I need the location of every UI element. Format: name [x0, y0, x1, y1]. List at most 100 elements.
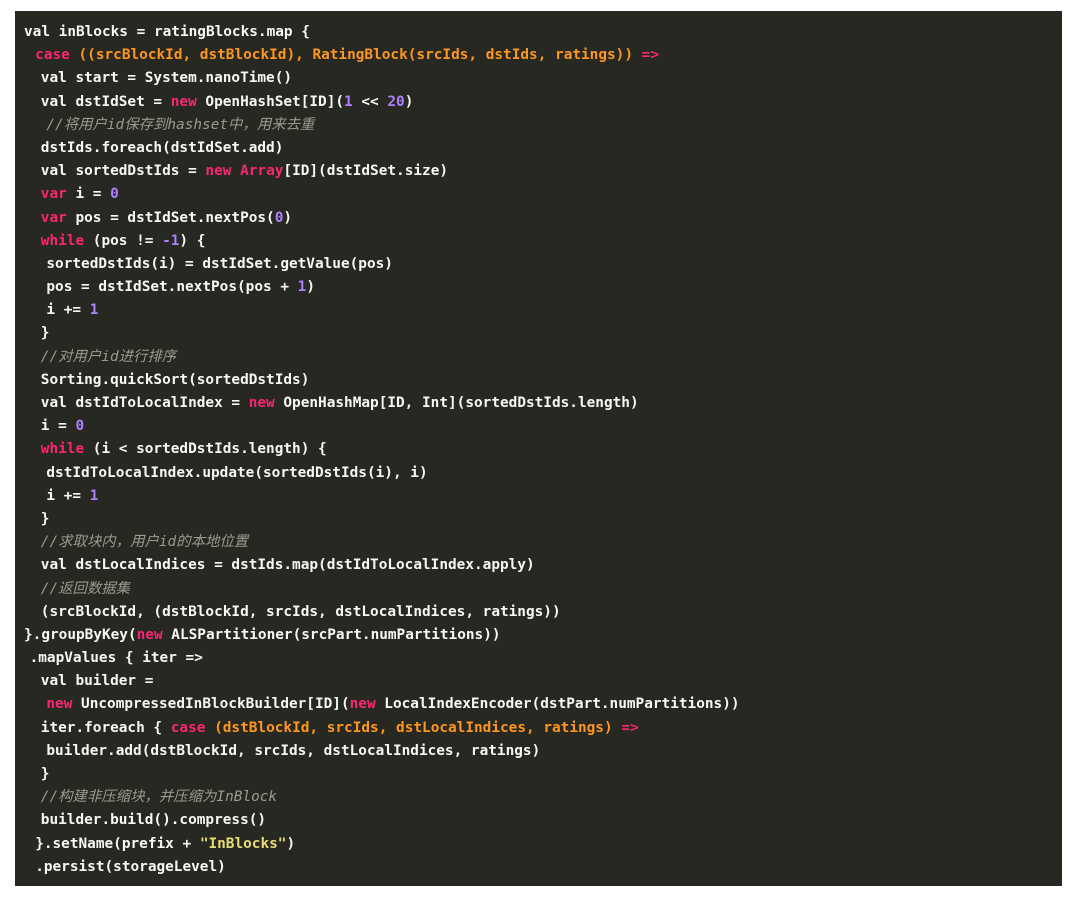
code-line: val sortedDstIds = new Array[ID](dstIdSe… — [15, 160, 1062, 183]
code-token-plain: val sortedDstIds = — [40, 163, 206, 180]
code-line: val dstLocalIndices = dstIds.map(dstIdTo… — [15, 554, 1062, 577]
code-token-plain: val start = System.nanoTime() — [40, 70, 293, 87]
code-token-plain: << — [352, 93, 388, 110]
code-token-plain: Sorting.quickSort(sortedDstIds) — [40, 371, 310, 388]
code-token-cmt: //构建非压缩块，并压缩为InBlock — [40, 789, 278, 806]
code-line: sortedDstIds(i) = dstIdSet.getValue(pos) — [15, 253, 1062, 276]
code-token-kw: => — [641, 47, 659, 64]
code-token-num: -1 — [162, 232, 180, 249]
code-line: } — [15, 322, 1062, 345]
code-token-kw: new — [248, 395, 284, 411]
code-line: dstIdToLocalIndex.update(sortedDstIds(i)… — [15, 462, 1062, 485]
code-line: while (pos != -1) { — [15, 230, 1062, 253]
code-line: var pos = dstIdSet.nextPos(0) — [15, 207, 1062, 230]
code-token-kw: var — [40, 186, 76, 203]
code-token-num: 0 — [110, 186, 119, 203]
code-line: } — [15, 763, 1062, 786]
code-token-arg: (dstBlockId, srcIds, dstLocalIndices, ra… — [214, 719, 622, 736]
code-token-plain: OpenHashMap[ID, Int](sortedDstIds.length… — [283, 395, 639, 411]
code-token-plain: } — [40, 325, 50, 342]
code-token-plain: (srcBlockId, (dstBlockId, srcIds, dstLoc… — [40, 603, 561, 620]
code-token-plain: iter.foreach { — [40, 719, 171, 736]
code-token-str: "InBlocks" — [199, 835, 287, 852]
code-line: (srcBlockId, (dstBlockId, srcIds, dstLoc… — [15, 601, 1062, 624]
code-token-plain: pos = dstIdSet.nextPos( — [75, 209, 275, 226]
code-line: new UncompressedInBlockBuilder[ID](new L… — [15, 693, 1062, 716]
code-line: i = 0 — [15, 415, 1062, 438]
code-line: //将用户id保存到hashset中，用来去重 — [15, 114, 1062, 137]
code-token-plain: } — [40, 510, 50, 527]
code-line: builder.build().compress() — [15, 809, 1062, 832]
code-token-plain: (i < sortedDstIds.length) { — [92, 441, 327, 458]
code-token-kw: case — [35, 47, 79, 64]
code-token-kw: new Array — [205, 163, 284, 180]
code-token-kw: new — [349, 696, 385, 713]
code-token-plain: builder.build().compress() — [40, 812, 267, 829]
code-token-kw: var — [40, 209, 76, 226]
code-token-cmt: //求取块内，用户id的本地位置 — [40, 534, 249, 551]
code-token-kw: while — [40, 232, 93, 249]
code-token-num: 0 — [75, 418, 85, 435]
code-token-plain: ALSPartitioner(srcPart.numPartitions)) — [171, 626, 501, 643]
code-line: builder.add(dstBlockId, srcIds, dstLocal… — [15, 740, 1062, 763]
code-token-plain: i += — [46, 487, 90, 504]
code-token-kw: new — [170, 93, 206, 110]
code-token-plain: .mapValues { iter => — [29, 650, 203, 667]
code-line: //对用户id进行排序 — [15, 346, 1062, 369]
code-line: val inBlocks = ratingBlocks.map { — [15, 21, 1062, 44]
code-line: while (i < sortedDstIds.length) { — [15, 438, 1062, 461]
code-line: val builder = — [15, 670, 1062, 693]
code-token-num: 1 — [89, 302, 99, 319]
code-token-plain: dstIds.foreach(dstIdSet.add) — [40, 139, 284, 156]
code-token-plain: val dstIdToLocalIndex = — [40, 395, 249, 411]
code-token-arg: ((srcBlockId, dstBlockId), RatingBlock(s… — [78, 47, 642, 64]
code-token-plain: val dstLocalIndices = dstIds.map(dstIdTo… — [40, 557, 535, 574]
code-token-plain: } — [40, 766, 50, 782]
code-line: } — [15, 508, 1062, 531]
code-token-plain: sortedDstIds(i) = dstIdSet.getValue(pos) — [46, 255, 393, 272]
code-line: var i = 0 — [15, 183, 1062, 206]
code-line: //求取块内，用户id的本地位置 — [15, 531, 1062, 554]
code-token-cmt: //对用户id进行排序 — [40, 348, 177, 365]
code-line: pos = dstIdSet.nextPos(pos + 1) — [15, 276, 1062, 299]
code-token-plain: pos = dstIdSet.nextPos(pos + — [46, 279, 298, 296]
code-token-plain: i = — [75, 186, 111, 203]
code-token-plain: ) — [306, 279, 315, 296]
code-token-plain: OpenHashSet[ID]( — [205, 93, 345, 110]
code-token-kw: new — [136, 626, 172, 643]
code-token-plain: ) — [404, 93, 414, 110]
code-line: .persist(storageLevel) — [15, 856, 1062, 879]
code-token-kw: case — [170, 719, 215, 736]
code-line: val dstIdToLocalIndex = new OpenHashMap[… — [15, 392, 1062, 415]
code-line: Sorting.quickSort(sortedDstIds) — [15, 369, 1062, 392]
code-token-plain: LocalIndexEncoder(dstPart.numPartitions)… — [384, 696, 740, 713]
code-line: .mapValues { iter => — [15, 647, 1062, 670]
code-panel: val inBlocks = ratingBlocks.map { case ((… — [15, 11, 1062, 886]
code-token-plain: ) { — [179, 232, 206, 249]
code-token-num: 1 — [89, 487, 99, 504]
code-line: i += 1 — [15, 299, 1062, 322]
code-token-plain: i = — [40, 418, 76, 435]
code-token-plain: [ID](dstIdSet.size) — [283, 163, 449, 180]
code-token-plain: .persist(storageLevel) — [35, 858, 226, 875]
code-line: }.setName(prefix + "InBlocks") — [15, 833, 1062, 856]
code-line: val dstIdSet = new OpenHashSet[ID](1 << … — [15, 91, 1062, 114]
code-token-plain: val builder = — [40, 673, 154, 690]
code-line: dstIds.foreach(dstIdSet.add) — [15, 137, 1062, 160]
code-token-plain: }.groupByKey( — [24, 626, 137, 643]
code-line: i += 1 — [15, 485, 1062, 508]
code-token-kw: => — [621, 719, 639, 736]
code-token-plain: i += — [46, 302, 90, 319]
code-block: val inBlocks = ratingBlocks.map { case ((… — [15, 21, 1062, 879]
code-line: iter.foreach { case (dstBlockId, srcIds,… — [15, 717, 1062, 740]
code-line: val start = System.nanoTime() — [15, 67, 1062, 90]
code-token-kw: while — [40, 441, 93, 458]
code-token-kw: new — [46, 696, 82, 713]
code-token-plain: val inBlocks = ratingBlocks.map { — [24, 24, 310, 40]
code-token-plain: builder.add(dstBlockId, srcIds, dstLocal… — [46, 742, 541, 759]
code-line: //构建非压缩块，并压缩为InBlock — [15, 786, 1062, 809]
code-line: case ((srcBlockId, dstBlockId), RatingBl… — [15, 44, 1062, 67]
code-line: //返回数据集 — [15, 578, 1062, 601]
code-token-plain: UncompressedInBlockBuilder[ID]( — [81, 696, 350, 713]
code-token-plain: ) — [283, 209, 293, 226]
